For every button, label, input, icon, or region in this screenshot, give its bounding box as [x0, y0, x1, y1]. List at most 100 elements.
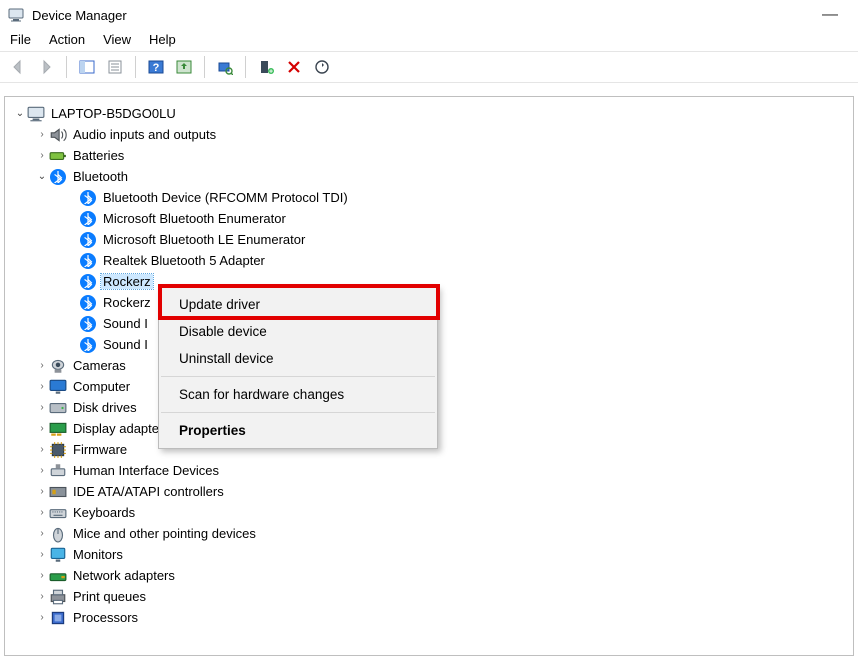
- tree-category-bt[interactable]: ⌄ Bluetooth: [5, 166, 853, 187]
- expand-icon[interactable]: ›: [35, 611, 49, 625]
- tree-category-computer-label: Computer: [71, 379, 132, 394]
- context-menu: Update driver Disable device Uninstall d…: [158, 286, 438, 449]
- tree-item-bt-6-label: Sound I: [101, 316, 150, 331]
- context-properties[interactable]: Properties: [159, 417, 437, 444]
- menu-action[interactable]: Action: [49, 32, 85, 47]
- keyboard-icon: [49, 504, 67, 522]
- tree-category-battery[interactable]: ›Batteries: [5, 145, 853, 166]
- tree-category-cameras-label: Cameras: [71, 358, 128, 373]
- refresh-button[interactable]: [310, 55, 334, 79]
- context-separator: [161, 412, 435, 413]
- speaker-icon: [49, 126, 67, 144]
- tree-item-bt-1[interactable]: Microsoft Bluetooth Enumerator: [5, 208, 853, 229]
- tree-item-bt-7-label: Sound I: [101, 337, 150, 352]
- tree-category-display-label: Display adapters: [71, 421, 172, 436]
- context-update-driver[interactable]: Update driver: [159, 291, 437, 318]
- properties-button[interactable]: [103, 55, 127, 79]
- collapse-icon[interactable]: ⌄: [13, 107, 27, 121]
- forward-button[interactable]: [34, 55, 58, 79]
- spacer: [65, 254, 79, 268]
- tree-category-firmware-label: Firmware: [71, 442, 129, 457]
- spacer: [65, 191, 79, 205]
- ide-icon: [49, 483, 67, 501]
- expand-icon[interactable]: ›: [35, 401, 49, 415]
- gpu-icon: [49, 420, 67, 438]
- bluetooth-icon: [79, 273, 97, 291]
- tree-category-hid[interactable]: ›Human Interface Devices: [5, 460, 853, 481]
- tree-category-ide[interactable]: › IDE ATA/ATAPI controllers: [5, 481, 853, 502]
- show-hidden-button[interactable]: [75, 55, 99, 79]
- context-uninstall[interactable]: Uninstall device: [159, 345, 437, 372]
- expand-icon[interactable]: ›: [35, 380, 49, 394]
- network-icon: [49, 567, 67, 585]
- tree-category-print-label: Print queues: [71, 589, 148, 604]
- tree-category-keyboard[interactable]: › Keyboards: [5, 502, 853, 523]
- update-driver-button[interactable]: [172, 55, 196, 79]
- tree-category-print[interactable]: › Print queues: [5, 586, 853, 607]
- expand-icon[interactable]: ›: [35, 464, 49, 478]
- toolbar-separator: [204, 56, 205, 78]
- menu-help[interactable]: Help: [149, 32, 176, 47]
- mouse-icon: [49, 525, 67, 543]
- scan-hardware-button[interactable]: [213, 55, 237, 79]
- tree-item-bt-0-label: Bluetooth Device (RFCOMM Protocol TDI): [101, 190, 350, 205]
- uninstall-button[interactable]: [282, 55, 306, 79]
- tree-category-proc-label: Processors: [71, 610, 140, 625]
- help-button[interactable]: [144, 55, 168, 79]
- expand-icon[interactable]: ›: [35, 128, 49, 142]
- expand-icon[interactable]: ›: [35, 506, 49, 520]
- tree-root-node[interactable]: ⌄ LAPTOP-B5DGO0LU: [5, 103, 853, 124]
- camera-icon: [49, 357, 67, 375]
- toolbar: [0, 51, 858, 83]
- bluetooth-icon: [79, 315, 97, 333]
- tree-item-bt-2[interactable]: Microsoft Bluetooth LE Enumerator: [5, 229, 853, 250]
- expand-icon[interactable]: ›: [35, 569, 49, 583]
- tree-category-audio[interactable]: › Audio inputs and outputs: [5, 124, 853, 145]
- tree-item-bt-3-label: Realtek Bluetooth 5 Adapter: [101, 253, 267, 268]
- tree-category-monitors[interactable]: › Monitors: [5, 544, 853, 565]
- tree-category-proc[interactable]: › Processors: [5, 607, 853, 628]
- expand-icon[interactable]: ›: [35, 443, 49, 457]
- tree-item-bt-1-label: Microsoft Bluetooth Enumerator: [101, 211, 288, 226]
- context-scan-hardware[interactable]: Scan for hardware changes: [159, 381, 437, 408]
- tree-item-bt-3[interactable]: Realtek Bluetooth 5 Adapter: [5, 250, 853, 271]
- toolbar-separator: [245, 56, 246, 78]
- menu-file[interactable]: File: [10, 32, 31, 47]
- tree-category-network[interactable]: › Network adapters: [5, 565, 853, 586]
- add-legacy-button[interactable]: [254, 55, 278, 79]
- collapse-icon[interactable]: ⌄: [35, 170, 49, 184]
- tree-category-keyboard-label: Keyboards: [71, 505, 137, 520]
- spacer: [65, 338, 79, 352]
- menu-view[interactable]: View: [103, 32, 131, 47]
- tree-item-bt-5-label: Rockerz: [101, 295, 153, 310]
- expand-icon[interactable]: ›: [35, 359, 49, 373]
- tree-category-mice[interactable]: ›Mice and other pointing devices: [5, 523, 853, 544]
- bluetooth-icon: [79, 210, 97, 228]
- tree-item-bt-4-label: Rockerz: [101, 274, 153, 289]
- expand-icon[interactable]: ›: [35, 548, 49, 562]
- tree-category-audio-label: Audio inputs and outputs: [71, 127, 218, 142]
- window-title: Device Manager: [32, 8, 127, 23]
- tree-category-ide-label: IDE ATA/ATAPI controllers: [71, 484, 226, 499]
- app-icon: [8, 7, 24, 23]
- tree-item-bt-0[interactable]: Bluetooth Device (RFCOMM Protocol TDI): [5, 187, 853, 208]
- expand-icon[interactable]: ›: [35, 422, 49, 436]
- tree-item-bt-2-label: Microsoft Bluetooth LE Enumerator: [101, 232, 307, 247]
- context-disable-device[interactable]: Disable device: [159, 318, 437, 345]
- tree-category-disk-label: Disk drives: [71, 400, 139, 415]
- battery-icon: [49, 147, 67, 165]
- back-button[interactable]: [6, 55, 30, 79]
- tree-category-network-label: Network adapters: [71, 568, 177, 583]
- expand-icon[interactable]: ›: [35, 590, 49, 604]
- expand-icon[interactable]: ›: [35, 527, 49, 541]
- minimize-button[interactable]: —: [810, 6, 850, 24]
- spacer: [65, 296, 79, 310]
- tree-root-node-label: LAPTOP-B5DGO0LU: [49, 106, 178, 121]
- spacer: [65, 233, 79, 247]
- expand-icon[interactable]: ›: [35, 149, 49, 163]
- hid-icon: [49, 462, 67, 480]
- tree-category-bt-label: Bluetooth: [71, 169, 130, 184]
- expand-icon[interactable]: ›: [35, 485, 49, 499]
- menubar: File Action View Help: [0, 30, 858, 51]
- tree-category-monitors-label: Monitors: [71, 547, 125, 562]
